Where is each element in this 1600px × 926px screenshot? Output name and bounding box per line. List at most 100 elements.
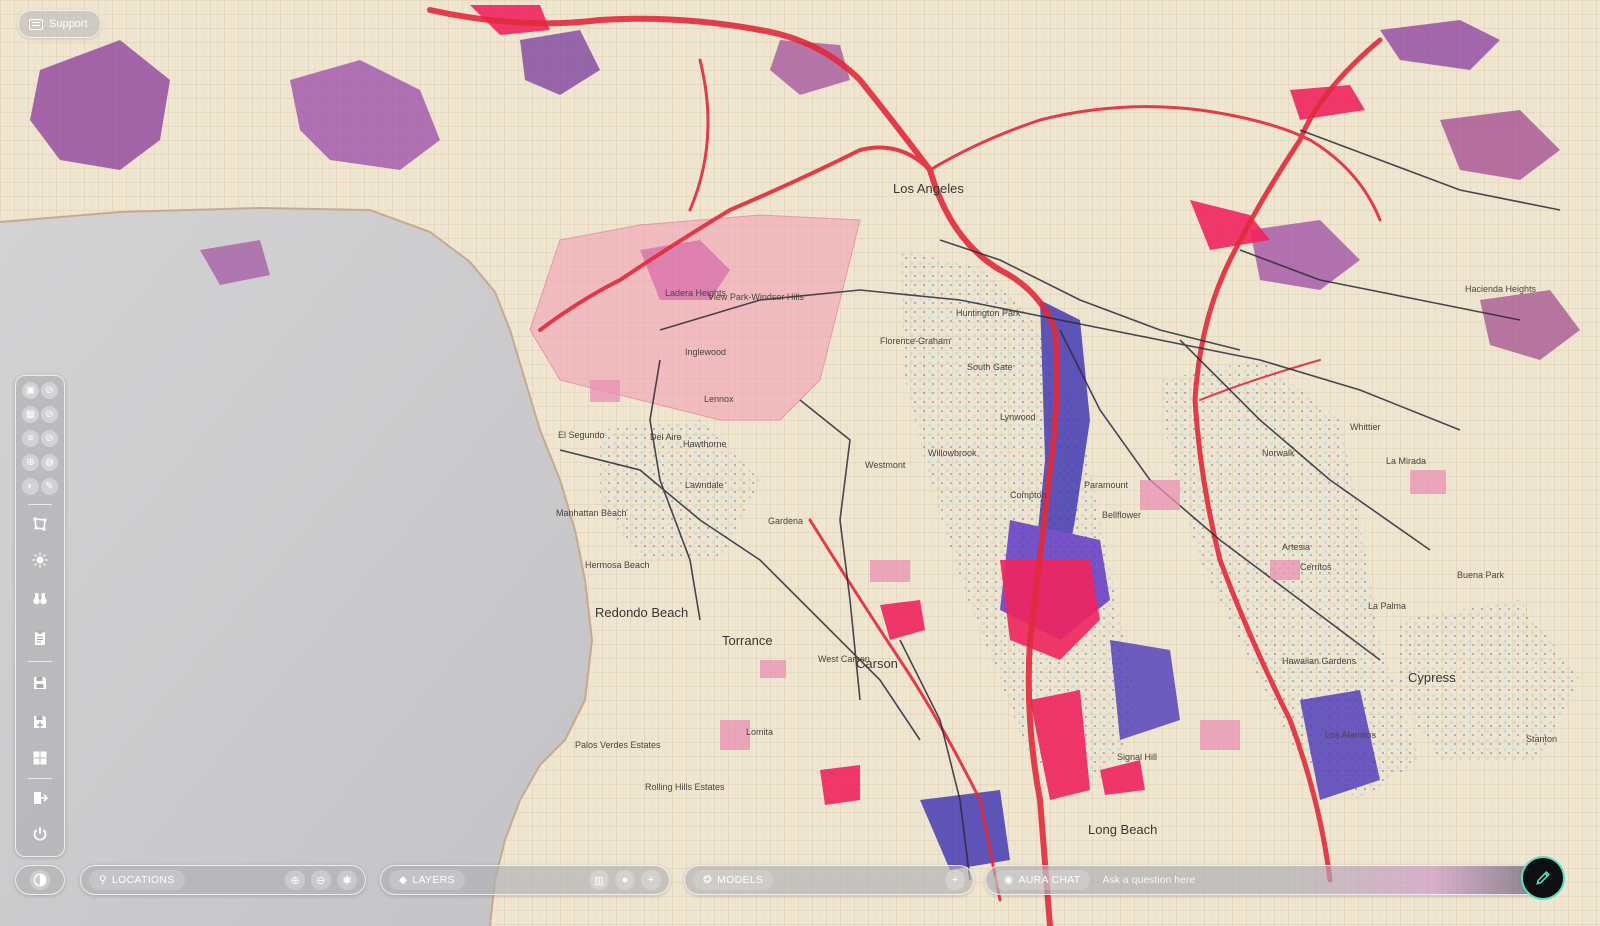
save-icon[interactable] <box>28 671 52 695</box>
map-label: El Segundo <box>558 430 605 440</box>
binoculars-icon[interactable] <box>28 586 52 610</box>
add-layer-icon[interactable]: + <box>641 870 661 890</box>
map-label: Lennox <box>704 394 734 404</box>
layer-circle-icon[interactable]: ● <box>615 870 635 890</box>
divider <box>28 778 52 779</box>
map-label: Compton <box>1010 490 1047 500</box>
map-label: Los Angeles <box>893 181 964 196</box>
dashboard-icon[interactable] <box>28 746 52 770</box>
map-label: Hawaiian Gardens <box>1282 656 1357 666</box>
no-buildings-icon[interactable]: ⊘ <box>41 406 58 423</box>
map-label: Lomita <box>746 727 773 737</box>
street-view-icon[interactable]: ▣ <box>22 382 39 399</box>
map-label: Gardena <box>768 516 803 526</box>
power-icon[interactable] <box>28 822 52 846</box>
export-icon[interactable] <box>28 786 52 810</box>
map-label: Norwalk <box>1262 448 1295 458</box>
layers-label: LAYERS <box>412 874 455 886</box>
map-label: Long Beach <box>1088 822 1157 837</box>
map-label: Buena Park <box>1457 570 1505 580</box>
map-label: Bellflower <box>1102 510 1141 520</box>
support-button[interactable]: Support <box>18 10 101 38</box>
columns-icon[interactable]: ▥ <box>589 870 609 890</box>
clipboard-icon[interactable] <box>28 626 52 650</box>
map-label: South Gate <box>967 362 1013 372</box>
contrast-icon[interactable] <box>30 870 50 890</box>
theme-toggle-bar <box>15 865 65 895</box>
locations-button[interactable]: ⚲ LOCATIONS <box>89 870 185 890</box>
map-label: Cypress <box>1408 670 1456 685</box>
3d-buildings-icon[interactable]: ▦ <box>22 406 39 423</box>
pencil-icon <box>1536 871 1550 885</box>
globe-icon[interactable]: ◍ <box>41 454 58 471</box>
labels-icon[interactable]: ≡ <box>22 430 39 447</box>
map-label: Rolling Hills Estates <box>645 782 725 792</box>
tool-pair: ◐ ✎ <box>22 478 58 496</box>
map-label: Cerritos <box>1300 562 1332 572</box>
map-label: Westmont <box>865 460 906 470</box>
map-label: Inglewood <box>685 347 726 357</box>
aura-chat-bar: ◉ AURA CHAT <box>985 865 1545 895</box>
no-labels-icon[interactable]: ⊘ <box>41 430 58 447</box>
chat-icon: ◉ <box>1004 874 1014 886</box>
map-label: La Palma <box>1368 601 1406 611</box>
map-label: Redondo Beach <box>595 605 688 620</box>
layers-icon: ◆ <box>399 874 408 886</box>
map-label: Whittier <box>1350 422 1381 432</box>
draw-tool-icon[interactable]: ✎ <box>41 478 58 495</box>
zoom-in-icon[interactable]: ⊕ <box>285 870 305 890</box>
map-label: Hawthorne <box>683 439 727 449</box>
support-label: Support <box>49 18 88 30</box>
zoom-out-icon[interactable]: ⊖ <box>311 870 331 890</box>
map-label: Los Alamitos <box>1325 730 1377 740</box>
locations-label: LOCATIONS <box>112 874 175 886</box>
map-label: Florence-Graham <box>880 336 951 346</box>
models-bar: ❂ MODELS + <box>684 865 974 895</box>
aura-chat-label: AURA CHAT <box>1018 874 1081 886</box>
map-label: West Carson <box>818 654 870 664</box>
terrain-icon[interactable]: ◐ <box>22 478 39 495</box>
map-label: Signal Hill <box>1117 752 1157 762</box>
models-icon: ❂ <box>703 874 713 886</box>
map-label: Ladera Heights <box>665 288 727 298</box>
map-label: Artesia <box>1282 542 1310 552</box>
tool-pair: ▦ ⊘ <box>22 406 58 424</box>
map-canvas[interactable]: Los Angeles Inglewood Hawthorne Lawndale… <box>0 0 1600 926</box>
support-icon <box>29 18 43 30</box>
left-toolbar: ▣ ⊘ ▦ ⊘ ≡ ⊘ ⊕ ◍ ◐ ✎ <box>15 375 65 857</box>
sun-icon[interactable] <box>28 548 52 572</box>
map-label: Paramount <box>1084 480 1129 490</box>
map-label: Torrance <box>722 633 773 648</box>
map-label: Palos Verdes Estates <box>575 740 661 750</box>
map-label: Willowbrook <box>928 448 977 458</box>
map-label: Hermosa Beach <box>585 560 650 570</box>
map-label: Huntington Park <box>956 308 1021 318</box>
add-model-icon[interactable]: + <box>945 870 965 890</box>
divider <box>28 661 52 662</box>
models-button[interactable]: ❂ MODELS <box>693 870 774 890</box>
location-pin-icon: ⚲ <box>99 874 107 886</box>
save-as-icon[interactable] <box>28 710 52 734</box>
layers-bar: ◆ LAYERS ▥ ● + <box>380 865 670 895</box>
tool-pair: ⊕ ◍ <box>22 454 58 472</box>
divider <box>28 504 52 505</box>
models-label: MODELS <box>717 874 764 886</box>
layers-button[interactable]: ◆ LAYERS <box>389 870 465 890</box>
polygon-select-icon[interactable] <box>28 512 52 536</box>
tool-pair: ≡ ⊘ <box>22 430 58 448</box>
chat-input[interactable] <box>1100 873 1534 887</box>
locations-bar: ⚲ LOCATIONS ⊕ ⊖ ✱ <box>80 865 366 895</box>
aura-chat-button[interactable]: ◉ AURA CHAT <box>994 870 1091 890</box>
no-street-view-icon[interactable]: ⊘ <box>41 382 58 399</box>
map-label: Manhattan Beach <box>556 508 627 518</box>
map-label: Hacienda Heights <box>1465 284 1537 294</box>
tool-pair: ▣ ⊘ <box>22 382 58 400</box>
map-label: La Mirada <box>1386 456 1426 466</box>
map-label: Stanton <box>1526 734 1557 744</box>
map-label: Lynwood <box>1000 412 1036 422</box>
grid-globe-icon[interactable]: ⊕ <box>22 454 39 471</box>
settings-icon[interactable]: ✱ <box>337 870 357 890</box>
edit-button[interactable] <box>1521 856 1565 900</box>
map-label: Del Aire <box>650 432 682 442</box>
map-label: Lawndale <box>685 480 724 490</box>
